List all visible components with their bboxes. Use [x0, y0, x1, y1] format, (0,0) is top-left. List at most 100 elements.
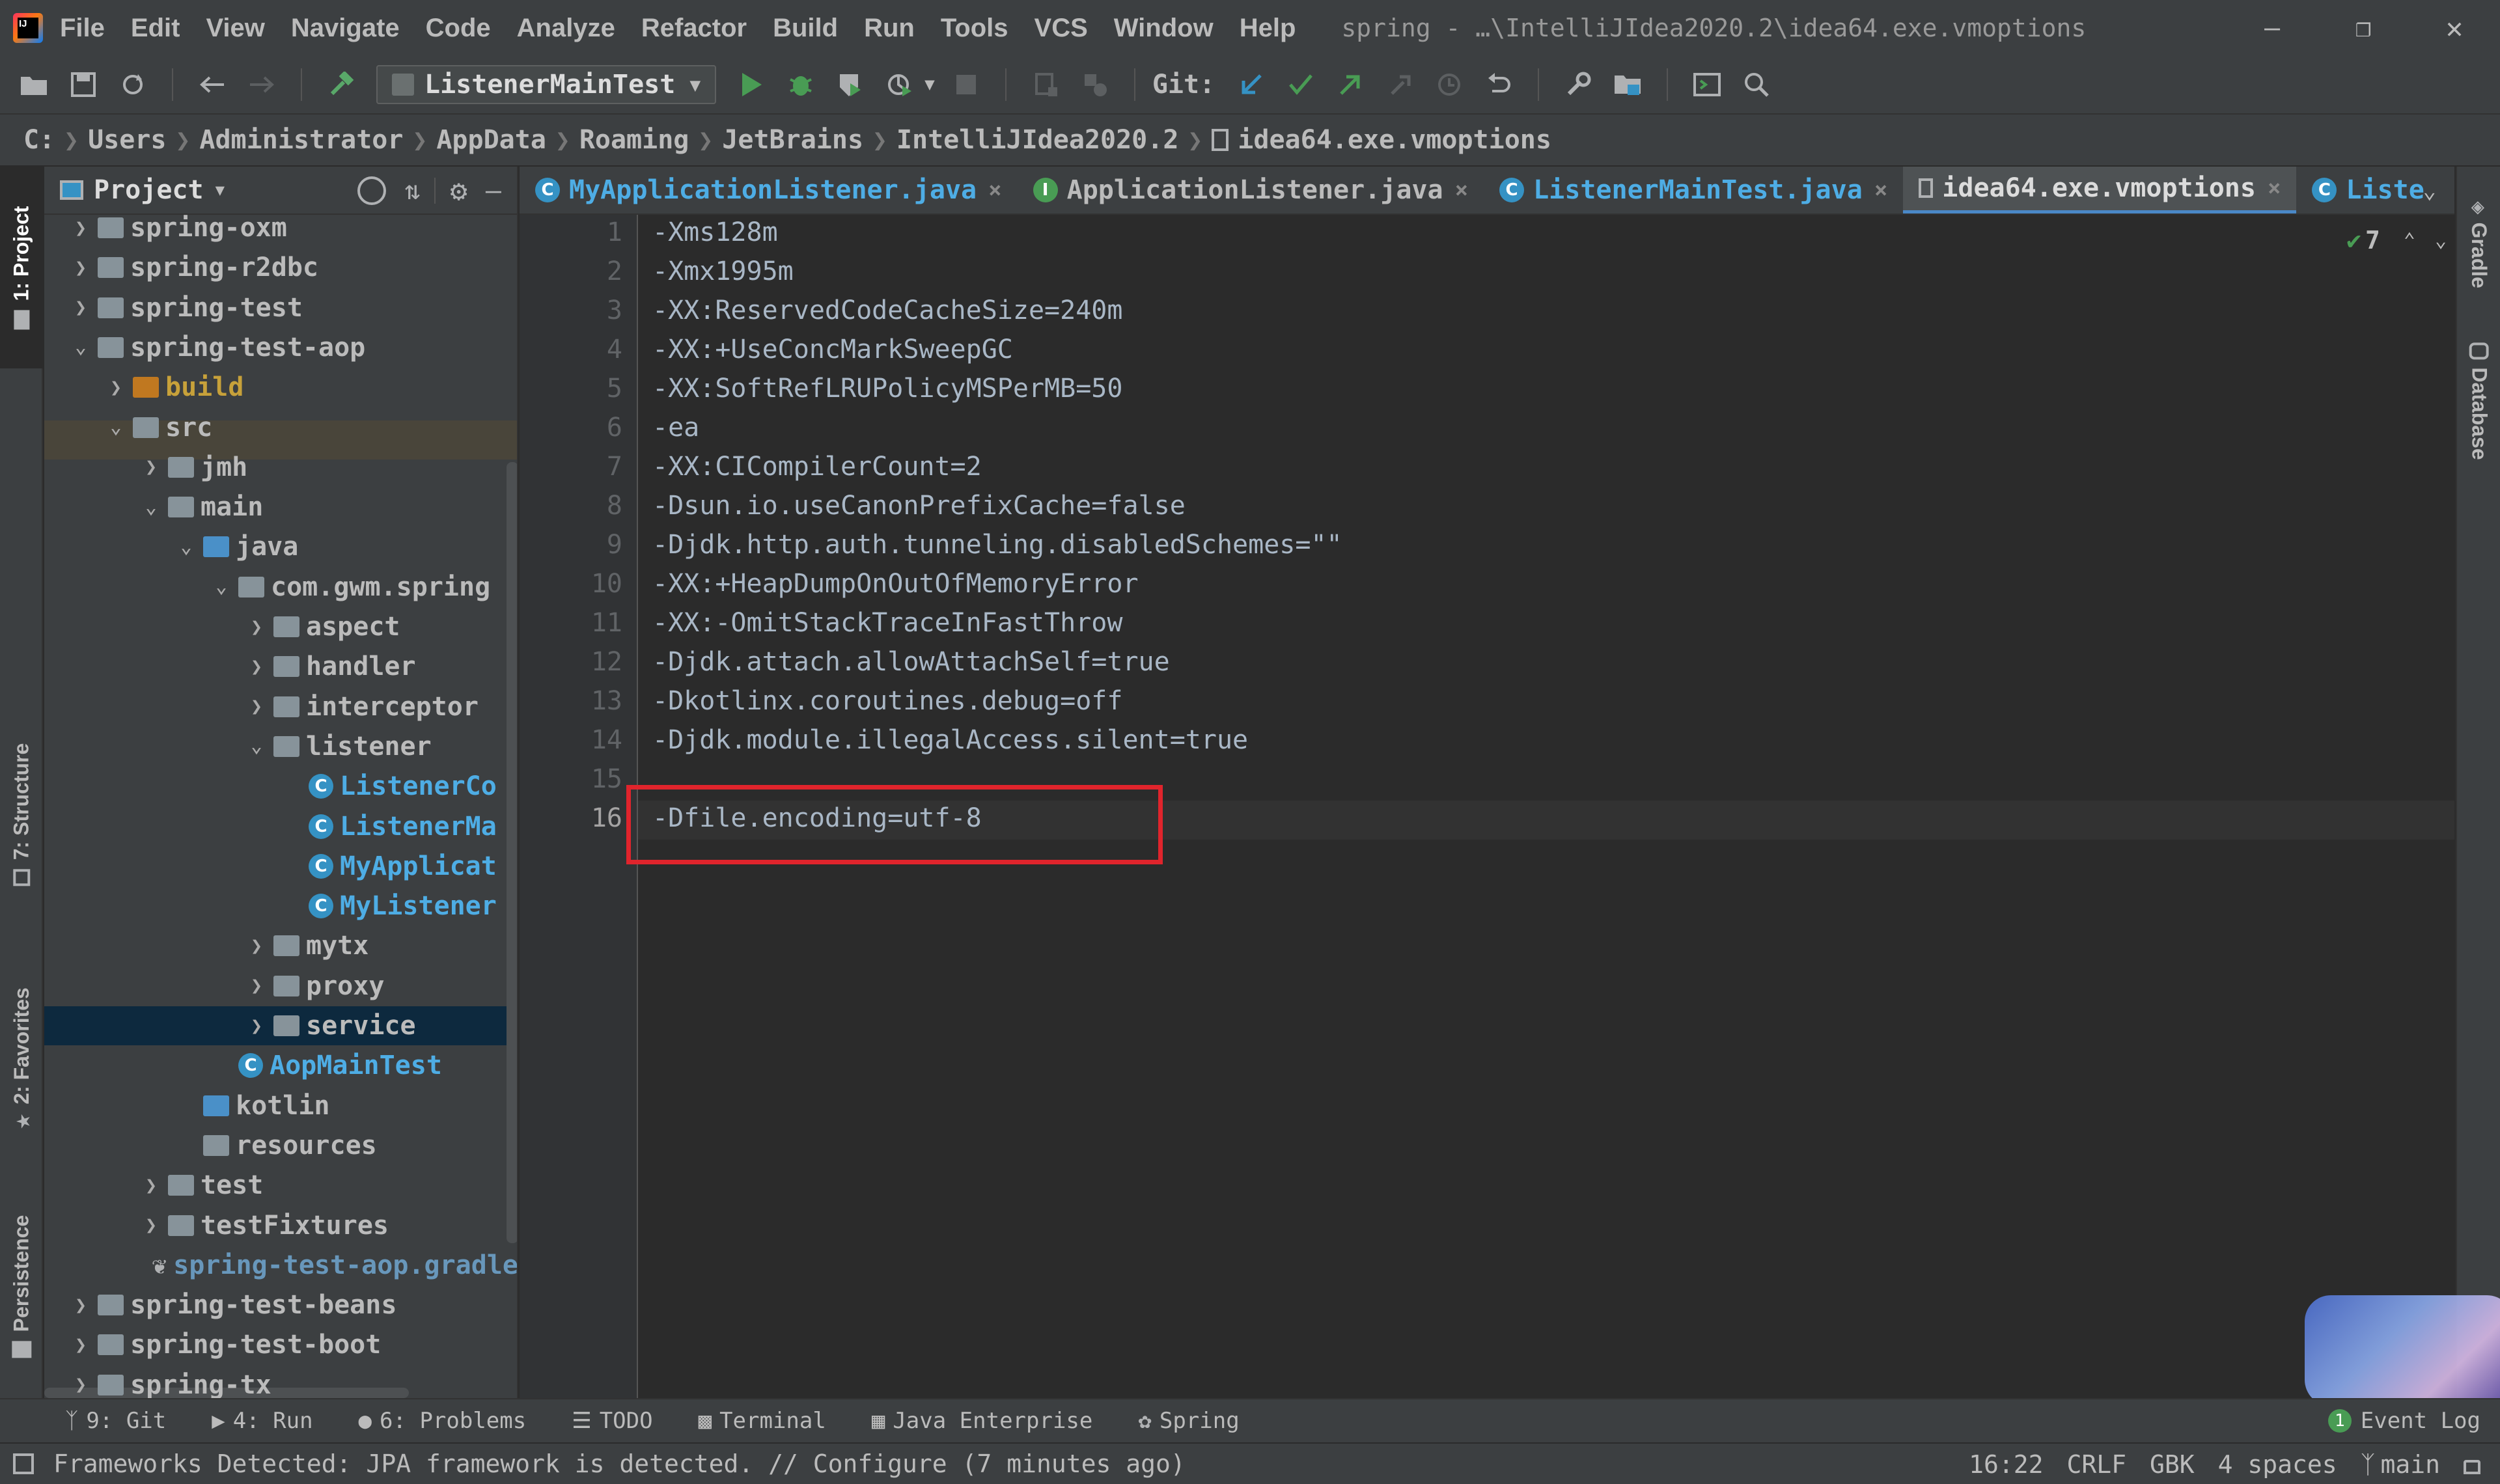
tool-window-run[interactable]: ▶ 4: Run	[212, 1408, 312, 1434]
breadcrumb-item[interactable]: Users	[88, 125, 166, 155]
tool-window-structure[interactable]: 7: Structure	[0, 713, 43, 915]
tool-window-terminal[interactable]: ▩ Terminal	[699, 1408, 826, 1434]
menu-file[interactable]: File	[60, 14, 105, 43]
code-line[interactable]: -ea	[652, 413, 699, 443]
chevron-right-icon[interactable]: ❯	[73, 1373, 89, 1396]
indent-setting[interactable]: 4 spaces	[2218, 1450, 2337, 1479]
close-tab-icon[interactable]: ×	[2268, 175, 2281, 201]
tool-window-database[interactable]: Database	[2457, 323, 2500, 479]
tree-item[interactable]: ❯ spring-test	[44, 288, 517, 327]
tool-window-java-enterprise[interactable]: ▦ Java Enterprise	[872, 1408, 1093, 1434]
tree-item[interactable]: ❯ test	[44, 1166, 517, 1205]
chevron-right-icon[interactable]: ❯	[249, 655, 264, 678]
chevron-right-icon[interactable]: ❯	[249, 935, 264, 957]
save-all-icon[interactable]	[68, 69, 99, 100]
project-structure-disabled-icon[interactable]	[1079, 69, 1111, 100]
run-config-selector[interactable]: ListenerMainTest ▼	[376, 65, 717, 104]
git-update-icon[interactable]	[1236, 69, 1267, 100]
breadcrumb-item[interactable]: AppData	[436, 125, 546, 155]
code-line[interactable]: -Djdk.http.auth.tunneling.disabledScheme…	[652, 530, 1342, 560]
menu-view[interactable]: View	[206, 14, 264, 43]
editor-tab[interactable]: C Liste	[2296, 167, 2439, 213]
tool-window-spring[interactable]: ✿ Spring	[1138, 1408, 1239, 1434]
history-icon[interactable]	[1434, 69, 1465, 100]
menu-vcs[interactable]: VCS	[1035, 14, 1088, 43]
code-line[interactable]: -XX:-OmitStackTraceInFastThrow	[652, 608, 1122, 638]
chevron-up-icon[interactable]: ⌃	[2404, 229, 2415, 252]
chevron-right-icon[interactable]: ❯	[73, 1334, 89, 1356]
tree-item[interactable]: C MyListener	[44, 886, 517, 926]
chevron-right-icon[interactable]: ❯	[108, 376, 124, 399]
open-folder-icon[interactable]	[18, 69, 49, 100]
search-icon[interactable]	[1741, 69, 1772, 100]
close-tab-icon[interactable]: ×	[1455, 177, 1468, 203]
menu-build[interactable]: Build	[773, 14, 838, 43]
chevron-down-icon[interactable]: ⌃	[143, 496, 159, 519]
menu-window[interactable]: Window	[1114, 14, 1214, 43]
code-line[interactable]: -Xmx1995m	[652, 256, 794, 286]
tree-item[interactable]: ⌃ main	[44, 488, 517, 527]
build-hammer-icon[interactable]	[326, 69, 357, 100]
tool-window-todo[interactable]: ☰ TODO	[572, 1408, 652, 1434]
chevron-down-icon[interactable]: ⌄	[2435, 229, 2447, 252]
tool-window-gradle[interactable]: ◈ Gradle	[2457, 180, 2500, 310]
code-editor[interactable]: ✔ 7 ⌃ ⌄ -Xms128m -Xmx1995m -XX:ReservedCod…	[626, 215, 2500, 1406]
tree-item[interactable]: ❯ interceptor	[44, 687, 517, 726]
tree-item[interactable]: C ListenerMa	[44, 807, 517, 846]
tree-item[interactable]: ❯ spring-tx	[44, 1366, 517, 1398]
tool-window-persistence[interactable]: Persistence	[0, 1189, 43, 1384]
close-tab-icon[interactable]: ×	[1874, 177, 1887, 203]
tool-window-event-log[interactable]: 1 Event Log	[2327, 1408, 2480, 1434]
file-encoding[interactable]: GBK	[2150, 1450, 2195, 1479]
breadcrumb-item[interactable]: Administrator	[199, 125, 403, 155]
debug-icon[interactable]	[785, 69, 816, 100]
git-commit-icon[interactable]	[1285, 69, 1316, 100]
code-line[interactable]: -XX:+HeapDumpOnOutOfMemoryError	[652, 569, 1139, 599]
profile-icon[interactable]	[884, 69, 915, 100]
chevron-down-icon[interactable]: ▼	[215, 181, 225, 199]
project-view-selector[interactable]: Project	[94, 175, 204, 205]
chevron-right-icon[interactable]: ❯	[143, 456, 159, 478]
editor-tab[interactable]: I ApplicationListener.java ×	[1018, 167, 1484, 213]
tree-item[interactable]: ❦ spring-test-aop.gradle	[44, 1246, 517, 1285]
tree-item[interactable]: resources	[44, 1126, 517, 1165]
app-logo-icon[interactable]: IJ	[13, 13, 43, 43]
tree-item[interactable]: ⌃ java	[44, 527, 517, 566]
breadcrumb-item[interactable]: idea64.exe.vmoptions	[1238, 125, 1551, 155]
code-line[interactable]: -Xms128m	[652, 217, 778, 247]
code-line[interactable]: -XX:CICompilerCount=2	[652, 452, 982, 482]
tree-item[interactable]: ❯ handler	[44, 647, 517, 686]
chevron-right-icon[interactable]: ❯	[143, 1174, 159, 1197]
run-anything-icon[interactable]	[1691, 69, 1723, 100]
tree-item[interactable]: ❯ mytx	[44, 926, 517, 965]
chevron-right-icon[interactable]: ❯	[249, 695, 264, 718]
tab-list-chevron-icon[interactable]: ⌄	[2423, 167, 2436, 215]
tool-window-project[interactable]: 1: Project	[0, 167, 43, 368]
hide-panel-icon[interactable]: —	[486, 176, 501, 206]
chevron-down-icon[interactable]: ⌃	[108, 416, 124, 439]
tree-item[interactable]: C MyApplicat	[44, 847, 517, 886]
tree-item[interactable]: ❯ spring-oxm	[44, 215, 517, 247]
chevron-right-icon[interactable]: ❯	[73, 217, 89, 240]
git-push-icon[interactable]	[1335, 69, 1366, 100]
tree-item[interactable]: ❯ build	[44, 368, 517, 407]
editor-tab[interactable]: C ListenerMainTest.java ×	[1484, 167, 1903, 213]
menu-navigate[interactable]: Navigate	[291, 14, 400, 43]
rollback-icon[interactable]	[1483, 69, 1514, 100]
chevron-right-icon[interactable]: ❯	[73, 296, 89, 319]
coverage-icon[interactable]	[835, 69, 866, 100]
lock-icon[interactable]	[2464, 1460, 2480, 1474]
tree-item[interactable]: ❯ spring-test-beans	[44, 1285, 517, 1325]
code-line[interactable]: -Dfile.encoding=utf-8	[652, 803, 982, 833]
stop-icon[interactable]	[951, 69, 982, 100]
run-icon[interactable]	[736, 69, 767, 100]
tree-item[interactable]: ❯ spring-test-boot	[44, 1325, 517, 1364]
code-line[interactable]: -XX:SoftRefLRUPolicyMSPerMB=50	[652, 374, 1122, 404]
menu-tools[interactable]: Tools	[941, 14, 1008, 43]
editor-tab[interactable]: idea64.exe.vmoptions ×	[1903, 167, 2297, 213]
settings-wrench-icon[interactable]	[1562, 69, 1594, 100]
attach-debugger-icon[interactable]	[1030, 69, 1061, 100]
collapse-all-icon[interactable]: ⇅	[404, 176, 420, 206]
chevron-right-icon[interactable]: ❯	[249, 1015, 264, 1037]
tree-item[interactable]: ⌃ com.gwm.spring	[44, 568, 517, 607]
